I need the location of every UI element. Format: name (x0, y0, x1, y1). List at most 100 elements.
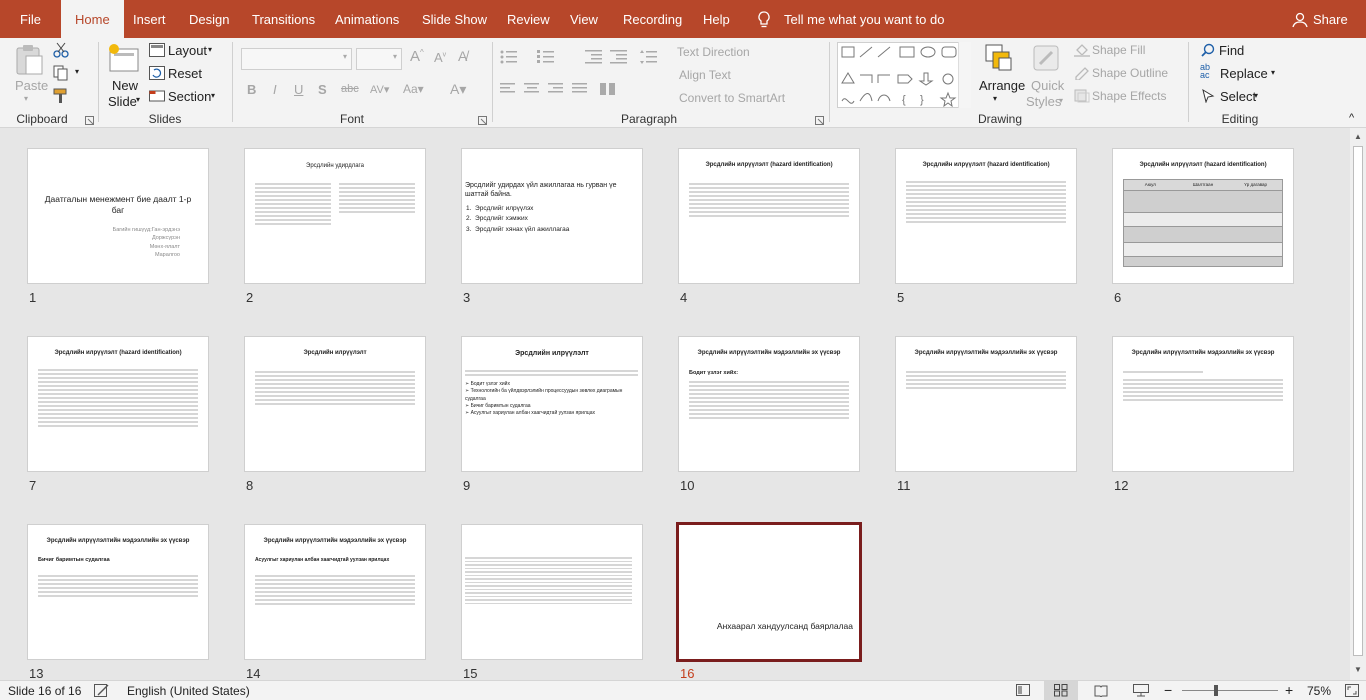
convert-smartart-button[interactable]: Convert to SmartArt (679, 91, 785, 105)
tell-me-search[interactable]: Tell me what you want to do (784, 0, 944, 38)
font-color-icon[interactable]: A▾ (450, 81, 466, 98)
slide-show-icon[interactable] (1133, 684, 1149, 697)
text-direction-button[interactable]: Text Direction (677, 45, 750, 59)
copy-icon[interactable] (53, 65, 69, 81)
decrease-font-icon[interactable]: Av (434, 50, 446, 65)
clear-formatting-icon[interactable]: A̸ (458, 48, 467, 64)
bold-icon[interactable]: B (247, 82, 256, 97)
share-button[interactable]: Share (1313, 0, 1348, 38)
text-shadow-icon[interactable]: S (318, 82, 327, 97)
slide-thumbnail-11[interactable]: Эрсдлийн илрүүлэлтийн мэдээллийн эх үүсв… (895, 336, 1077, 472)
increase-indent-icon[interactable] (610, 50, 628, 64)
line-spacing-icon[interactable] (640, 50, 658, 64)
scroll-up-icon[interactable]: ▲ (1354, 132, 1362, 141)
slide-thumbnail-8[interactable]: Эрсдлийн илрүүлэлт (244, 336, 426, 472)
tab-insert[interactable]: Insert (133, 0, 166, 38)
strikethrough-icon[interactable]: abc (341, 83, 359, 95)
new-slide-label-1[interactable]: New (112, 78, 138, 93)
chevron-down-icon[interactable]: ▾ (1059, 96, 1063, 105)
chevron-down-icon[interactable]: ▾ (1254, 91, 1258, 100)
new-slide-icon[interactable] (106, 43, 140, 73)
slide-thumbnail-7[interactable]: Эрсдлийн илрүүлэлт (hazard identificatio… (27, 336, 209, 472)
shape-fill-button[interactable]: Shape Fill (1092, 43, 1145, 57)
tab-review[interactable]: Review (507, 0, 550, 38)
find-button[interactable]: Find (1219, 43, 1244, 58)
select-button[interactable]: Select (1220, 89, 1256, 104)
replace-icon[interactable]: ab ac (1200, 63, 1210, 80)
fit-to-window-icon[interactable] (1345, 684, 1359, 697)
tab-design[interactable]: Design (189, 0, 229, 38)
zoom-in-icon[interactable]: + (1285, 682, 1293, 698)
chevron-down-icon[interactable]: ▾ (211, 91, 215, 100)
slide-thumbnail-13[interactable]: Эрсдлийн илрүүлэлтийн мэдээллийн эх үүсв… (27, 524, 209, 660)
tab-home[interactable]: Home (61, 0, 124, 38)
zoom-slider[interactable] (1182, 690, 1278, 691)
search-icon[interactable] (1201, 43, 1215, 57)
chevron-down-icon[interactable]: ▾ (75, 67, 79, 76)
tab-recording[interactable]: Recording (623, 0, 682, 38)
arrange-icon[interactable] (985, 44, 1015, 76)
align-left-icon[interactable] (500, 83, 516, 95)
underline-icon[interactable]: U (294, 82, 303, 97)
shapes-gallery[interactable]: {} (837, 42, 971, 108)
tab-transitions[interactable]: Transitions (252, 0, 315, 38)
align-center-icon[interactable] (524, 83, 540, 95)
new-slide-label-2[interactable]: Slide (108, 94, 137, 109)
increase-font-icon[interactable]: A^ (410, 48, 424, 65)
slide-thumbnail-12[interactable]: Эрсдлийн илрүүлэлтийн мэдээллийн эх үүсв… (1112, 336, 1294, 472)
slide-thumbnail-15[interactable] (461, 524, 643, 660)
decrease-indent-icon[interactable] (585, 50, 603, 64)
slide-thumbnail-1[interactable]: Даатгалын менежмент бие даалт 1-р баг Ба… (27, 148, 209, 284)
collapse-ribbon-icon[interactable]: ^ (1349, 112, 1354, 124)
paste-label[interactable]: Paste (15, 78, 48, 93)
layout-icon[interactable] (149, 43, 165, 57)
align-text-button[interactable]: Align Text (679, 68, 731, 82)
reset-button[interactable]: Reset (168, 66, 202, 81)
slide-thumbnail-9[interactable]: Эрсдлийн илрүүлэлт ➢ Бодит үзлэг хийх ➢ … (461, 336, 643, 472)
change-case-icon[interactable]: Aa▾ (403, 82, 424, 96)
quick-styles-icon[interactable] (1032, 44, 1062, 74)
format-painter-icon[interactable] (53, 88, 69, 104)
cut-icon[interactable] (53, 42, 69, 58)
chevron-down-icon[interactable]: ▾ (136, 95, 140, 104)
scroll-thumb[interactable] (1353, 146, 1363, 656)
shape-outline-button[interactable]: Shape Outline (1092, 66, 1168, 80)
shape-outline-icon[interactable] (1074, 66, 1090, 80)
character-spacing-icon[interactable]: AV▾ (370, 83, 389, 96)
chevron-down-icon[interactable]: ▾ (208, 45, 212, 54)
slide-thumbnail-14[interactable]: Эрсдлийн илрүүлэлтийн мэдээллийн эх үүсв… (244, 524, 426, 660)
italic-icon[interactable]: I (273, 82, 277, 97)
dialog-launcher-icon[interactable] (85, 116, 94, 125)
shape-effects-button[interactable]: Shape Effects (1092, 89, 1167, 103)
quick-styles-label-1[interactable]: Quick (1031, 78, 1064, 93)
slide-thumbnail-16[interactable]: Анхаарал хандуулсанд баярлалаа (676, 522, 862, 662)
slide-thumbnail-4[interactable]: Эрсдлийн илрүүлэлт (hazard identificatio… (678, 148, 860, 284)
slide-thumbnail-5[interactable]: Эрсдлийн илрүүлэлт (hazard identificatio… (895, 148, 1077, 284)
font-family-dropdown[interactable]: ▾ (241, 48, 352, 70)
notes-edit-icon[interactable] (94, 684, 110, 697)
zoom-out-icon[interactable]: − (1164, 682, 1172, 698)
chevron-down-icon[interactable]: ▾ (24, 94, 28, 103)
vertical-scrollbar[interactable]: ▲ ▼ (1350, 128, 1366, 680)
slide-thumbnail-2[interactable]: Эрсдлийн удирдлага (244, 148, 426, 284)
paste-icon[interactable] (14, 44, 44, 76)
tab-help[interactable]: Help (703, 0, 730, 38)
slide-thumbnail-6[interactable]: Эрсдлийн илрүүлэлт (hazard identificatio… (1112, 148, 1294, 284)
replace-button[interactable]: Replace (1220, 66, 1268, 81)
tab-view[interactable]: View (570, 0, 598, 38)
justify-icon[interactable] (572, 83, 588, 95)
arrange-button[interactable]: Arrange (979, 78, 1025, 93)
slide-thumbnail-10[interactable]: Эрсдлийн илрүүлэлтийн мэдээллийн эх үүсв… (678, 336, 860, 472)
numbering-icon[interactable] (537, 50, 555, 64)
quick-styles-label-2[interactable]: Styles (1026, 94, 1061, 109)
shapes-gallery-scroll[interactable] (958, 42, 971, 108)
shape-effects-icon[interactable] (1074, 89, 1090, 103)
bullets-icon[interactable] (500, 50, 518, 64)
dialog-launcher-icon[interactable] (815, 116, 824, 125)
language-indicator[interactable]: English (United States) (127, 684, 250, 698)
normal-view-icon[interactable] (1016, 684, 1030, 697)
reset-icon[interactable] (149, 66, 165, 80)
font-size-dropdown[interactable]: ▾ (356, 48, 402, 70)
zoom-level[interactable]: 75% (1307, 684, 1331, 698)
slide-thumbnail-3[interactable]: Эрсдлийг удирдах үйл ажиллагаа нь гурван… (461, 148, 643, 284)
